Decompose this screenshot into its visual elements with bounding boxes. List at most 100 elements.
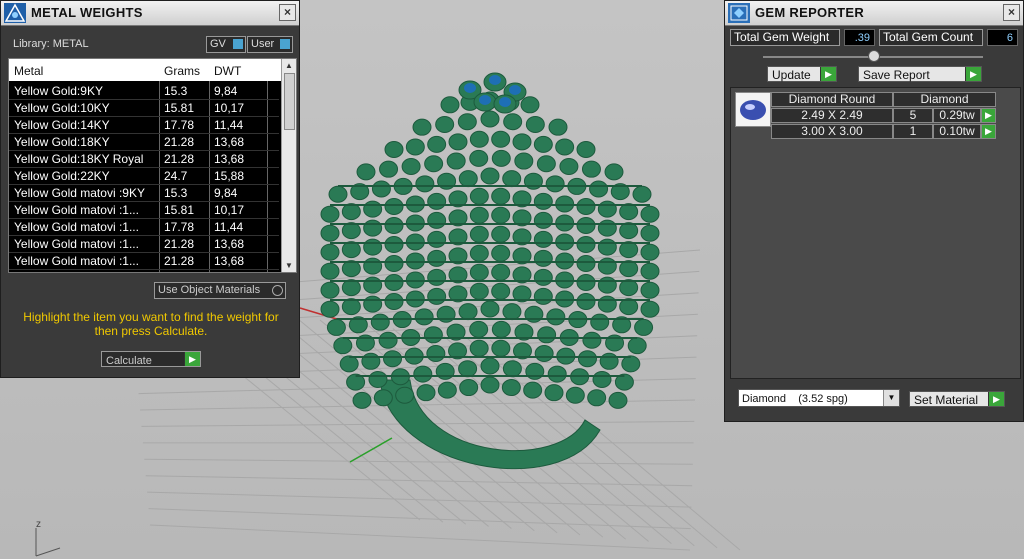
cell-dwt: 11,44: [214, 118, 244, 132]
cell-grams: 21.28: [164, 152, 195, 166]
update-button[interactable]: Update ▶: [767, 66, 837, 82]
select-gem-arrow-icon[interactable]: ▶: [981, 124, 996, 139]
table-row[interactable]: Yellow Gold matovi :9KY 15.3 9,84: [9, 185, 279, 202]
gem-cell-count: 1: [893, 124, 933, 139]
z-axis-label: z: [36, 519, 41, 530]
gem-cell-weight: 0.29tw: [933, 108, 981, 123]
play-arrow-icon: ▶: [184, 352, 200, 366]
table-row[interactable]: Yellow Gold:18KY Royal 21.28 13,68: [9, 151, 279, 168]
metal-weights-titlebar[interactable]: METAL WEIGHTS ×: [1, 1, 299, 26]
col-grams: Grams: [164, 64, 200, 78]
cell-metal: Yellow Gold:18KY Royal: [14, 152, 144, 166]
gem-list-area: Diamond Round Diamond 2.49 X 2.49 5 0.29tw…: [730, 87, 1021, 379]
cell-dwt: 10,17: [214, 203, 245, 217]
app-logo-icon: [4, 3, 26, 23]
axis-indicator: z: [35, 519, 61, 557]
table-row[interactable]: Yellow Gold:10KY 15.81 10,17: [9, 100, 279, 117]
toggle-indicator-icon: [272, 285, 283, 296]
cell-metal: Yellow Gold:14KY: [14, 118, 110, 132]
table-row[interactable]: Yellow Gold:22KY 24.7 15,88: [9, 168, 279, 185]
cell-dwt: 11,44: [214, 220, 244, 234]
scroll-up-icon: ▲: [285, 61, 293, 70]
cell-dwt: 13,68: [214, 152, 245, 166]
gem-cell-size: 3.00 X 3.00: [771, 124, 893, 139]
cell-metal: Yellow Gold:22KY: [14, 169, 110, 183]
cell-metal: Yellow Gold matovi :1...: [14, 254, 139, 268]
play-arrow-icon: ▶: [965, 67, 981, 81]
total-gem-count-value: 6: [987, 29, 1018, 46]
metal-table-scrollbar[interactable]: ▲ ▼: [281, 59, 296, 272]
cell-grams: 15.3: [164, 186, 188, 200]
cell-metal: Yellow Gold:9KY: [14, 84, 103, 98]
cell-dwt: 13,68: [214, 135, 245, 149]
round-diamond-icon: [740, 100, 766, 120]
cell-grams: 21.28: [164, 237, 195, 251]
library-label: Library: METAL: [13, 38, 89, 50]
select-gem-arrow-icon[interactable]: ▶: [981, 108, 996, 123]
slider-knob-icon: [868, 50, 880, 62]
cell-metal: Yellow Gold matovi :1...: [14, 203, 139, 217]
cell-grams: 15.81: [164, 203, 195, 217]
cell-grams: 24.7: [164, 169, 188, 183]
instruction-text: Highlight the item you want to find the …: [23, 310, 279, 338]
gem-cell-size: 2.49 X 2.49: [771, 108, 893, 123]
cell-dwt: 13,68: [214, 237, 245, 251]
gem-cell-count: 5: [893, 108, 933, 123]
table-row[interactable]: Yellow Gold matovi :2... 24.7 15,88: [9, 270, 279, 272]
user-toggle[interactable]: User: [247, 36, 293, 53]
table-row[interactable]: Yellow Gold:14KY 17.78 11,44: [9, 117, 279, 134]
gem-reporter-logo-icon: [728, 3, 750, 23]
gv-toggle[interactable]: GV: [206, 36, 246, 53]
cell-dwt: 9,84: [214, 84, 238, 98]
table-row[interactable]: Yellow Gold matovi :1... 21.28 13,68: [9, 236, 279, 253]
gem-header-cut: Diamond Round: [771, 92, 893, 107]
cell-dwt: 13,68: [214, 254, 245, 268]
material-select[interactable]: Diamond (3.52 spg) ▼: [738, 389, 900, 407]
table-row[interactable]: Yellow Gold matovi :1... 15.81 10,17: [9, 202, 279, 219]
col-metal: Metal: [14, 64, 44, 78]
panel-title: METAL WEIGHTS: [31, 5, 143, 20]
total-gem-count-label: Total Gem Count: [879, 29, 983, 46]
cell-grams: 15.3: [164, 84, 188, 98]
metal-table-header: Metal Grams DWT: [9, 59, 281, 81]
chevron-down-icon: ▼: [883, 390, 899, 406]
cell-metal: Yellow Gold matovi :1...: [14, 220, 139, 234]
cell-grams: 21.28: [164, 254, 195, 268]
threshold-slider[interactable]: [763, 50, 983, 62]
total-gem-weight-label: Total Gem Weight: [730, 29, 840, 46]
gem-header-material: Diamond: [893, 92, 996, 107]
cell-grams: 21.28: [164, 135, 195, 149]
cell-metal: Yellow Gold:18KY: [14, 135, 110, 149]
scroll-down-icon: ▼: [285, 261, 293, 270]
panel-title: GEM REPORTER: [755, 5, 865, 20]
cell-metal: Yellow Gold matovi :1...: [14, 237, 139, 251]
scroll-thumb: [284, 73, 295, 130]
table-row[interactable]: Yellow Gold:9KY 15.3 9,84: [9, 83, 279, 100]
cell-metal: Yellow Gold matovi :9KY: [14, 186, 145, 200]
gem-thumbnail[interactable]: [735, 92, 771, 127]
gem-reporter-titlebar[interactable]: GEM REPORTER ×: [725, 1, 1023, 26]
cell-metal: Yellow Gold:10KY: [14, 101, 110, 115]
col-dwt: DWT: [214, 64, 242, 78]
save-report-button[interactable]: Save Report ▶: [858, 66, 982, 82]
gem-cell-weight: 0.10tw: [933, 124, 981, 139]
cell-grams: 24.7: [164, 271, 206, 272]
cell-dwt: 9,84: [214, 186, 238, 200]
use-object-materials-toggle[interactable]: Use Object Materials: [154, 282, 286, 299]
total-gem-weight-value: .39: [844, 29, 875, 46]
play-arrow-icon: ▶: [988, 392, 1004, 406]
cell-grams: 15.81: [164, 101, 195, 115]
table-row[interactable]: Yellow Gold:18KY 21.28 13,68: [9, 134, 279, 151]
close-icon[interactable]: ×: [1003, 4, 1020, 21]
table-row[interactable]: Yellow Gold matovi :1... 21.28 13,68: [9, 253, 279, 270]
play-arrow-icon: ▶: [820, 67, 836, 81]
cell-dwt: 15,88: [214, 271, 264, 272]
cell-dwt: 15,88: [214, 169, 245, 183]
close-icon[interactable]: ×: [279, 4, 296, 21]
calculate-button[interactable]: Calculate ▶: [101, 351, 201, 367]
table-row[interactable]: Yellow Gold matovi :1... 17.78 11,44: [9, 219, 279, 236]
cell-metal: Yellow Gold matovi :2...: [14, 271, 154, 272]
cell-grams: 17.78: [164, 118, 195, 132]
set-material-button[interactable]: Set Material ▶: [909, 391, 1005, 407]
metal-table[interactable]: Metal Grams DWT Yellow Gold:9KY 15.3 9,84 Y…: [8, 58, 297, 273]
